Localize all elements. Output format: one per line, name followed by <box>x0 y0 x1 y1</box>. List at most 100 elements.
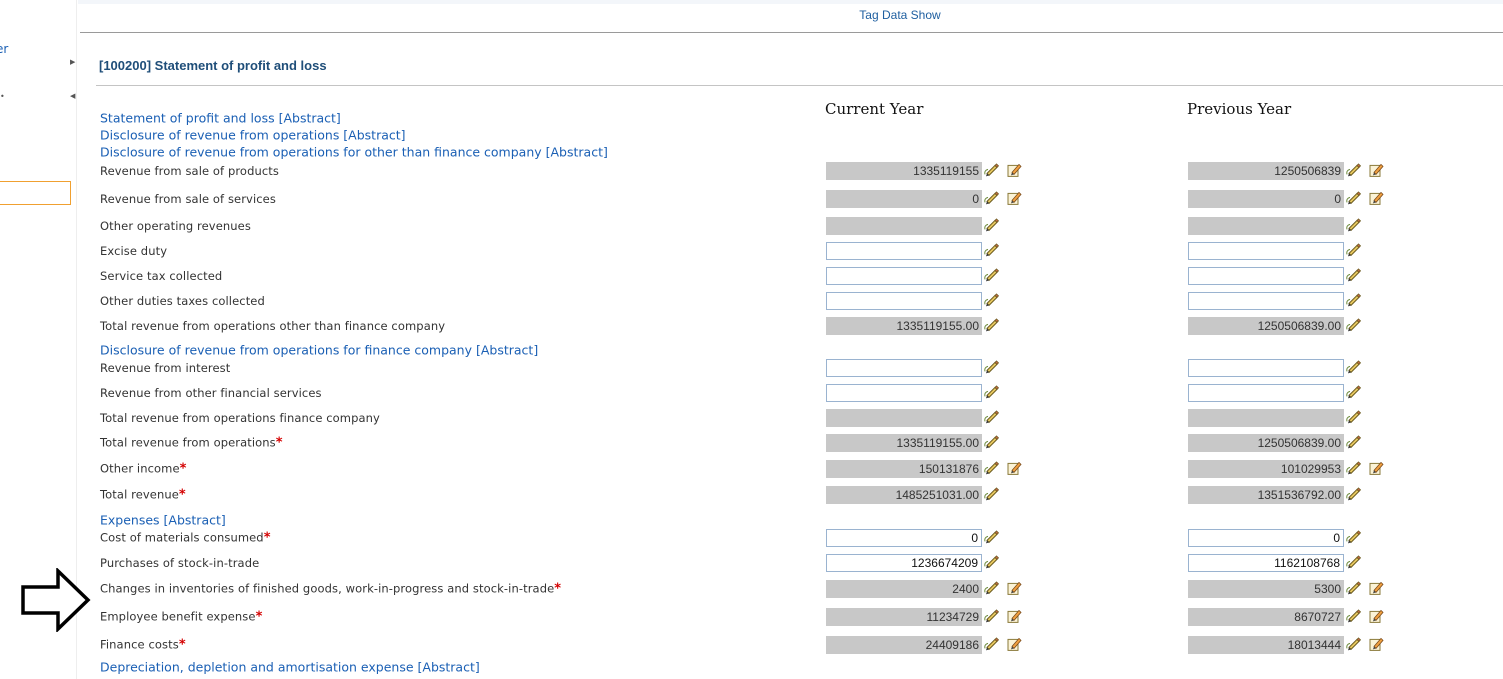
edit-note-icon[interactable] <box>1368 635 1384 651</box>
current-year-field[interactable] <box>826 292 982 310</box>
current-year-field: 1335119155 <box>826 162 982 180</box>
edit-note-icon[interactable] <box>1368 189 1384 205</box>
statement-row: Other operating revenues <box>0 213 1503 239</box>
expand-right-icon[interactable]: ▶ <box>70 58 75 66</box>
sidebar-partial-link[interactable]: er <box>0 42 8 56</box>
row-label-text: Employee benefit expense <box>100 609 256 624</box>
abstract-link[interactable]: Depreciation, depletion and amortisation… <box>100 660 480 675</box>
required-marker: * <box>178 637 186 653</box>
edit-pencil-icon[interactable] <box>984 383 1000 399</box>
edit-pencil-icon[interactable] <box>984 161 1000 177</box>
edit-pencil-icon[interactable] <box>1346 383 1362 399</box>
row-label-text: Cost of materials consumed <box>100 530 264 545</box>
edit-pencil-icon[interactable] <box>984 358 1000 374</box>
previous-year-field[interactable]: 0 <box>1188 529 1344 547</box>
previous-year-field[interactable] <box>1188 267 1344 285</box>
row-label: Other operating revenues <box>100 219 251 233</box>
edit-note-icon[interactable] <box>1368 579 1384 595</box>
required-marker: * <box>178 487 186 503</box>
edit-pencil-icon[interactable] <box>1346 635 1362 651</box>
edit-pencil-icon[interactable] <box>984 408 1000 424</box>
edit-pencil-icon[interactable] <box>1346 216 1362 232</box>
edit-pencil-icon[interactable] <box>1346 433 1362 449</box>
current-year-field[interactable] <box>826 242 982 260</box>
previous-year-field[interactable] <box>1188 359 1344 377</box>
row-label: Total revenue from operations other than… <box>100 319 445 333</box>
current-year-field: 1335119155.00 <box>826 317 982 335</box>
previous-year-field: 18013444 <box>1188 636 1344 654</box>
edit-pencil-icon[interactable] <box>1346 291 1362 307</box>
edit-pencil-icon[interactable] <box>984 635 1000 651</box>
edit-pencil-icon[interactable] <box>984 266 1000 282</box>
current-year-field[interactable] <box>826 267 982 285</box>
row-label: Total revenue from operations* <box>100 436 283 451</box>
row-label: Revenue from other financial services <box>100 386 322 400</box>
collapse-left-icon[interactable]: ◀ <box>70 92 75 100</box>
statement-row: Revenue from interest <box>0 355 1503 381</box>
current-year-field <box>826 217 982 235</box>
row-label: Revenue from interest <box>100 361 230 375</box>
edit-pencil-icon[interactable] <box>984 316 1000 332</box>
edit-pencil-icon[interactable] <box>1346 316 1362 332</box>
edit-note-icon[interactable] <box>1368 161 1384 177</box>
edit-pencil-icon[interactable] <box>1346 459 1362 475</box>
edit-pencil-icon[interactable] <box>1346 553 1362 569</box>
edit-pencil-icon[interactable] <box>984 216 1000 232</box>
edit-note-icon[interactable] <box>1368 459 1384 475</box>
required-marker: * <box>263 530 271 546</box>
edit-pencil-icon[interactable] <box>984 607 1000 623</box>
edit-note-icon[interactable] <box>1006 579 1022 595</box>
previous-year-field: 1250506839.00 <box>1188 317 1344 335</box>
row-label-text: Total revenue <box>100 487 179 502</box>
edit-pencil-icon[interactable] <box>1346 485 1362 501</box>
previous-year-field: 101029953 <box>1188 460 1344 478</box>
edit-pencil-icon[interactable] <box>984 485 1000 501</box>
current-year-field: 1335119155.00 <box>826 434 982 452</box>
edit-pencil-icon[interactable] <box>1346 579 1362 595</box>
current-year-field: 0 <box>826 190 982 208</box>
statement-row: Cost of materials consumed* 0 0 <box>0 525 1503 551</box>
edit-pencil-icon[interactable] <box>1346 266 1362 282</box>
row-label: Revenue from sale of services <box>100 192 276 206</box>
edit-pencil-icon[interactable] <box>984 433 1000 449</box>
edit-pencil-icon[interactable] <box>1346 607 1362 623</box>
previous-year-field[interactable] <box>1188 242 1344 260</box>
statement-row: Revenue from sale of services 0 0 <box>0 186 1503 212</box>
edit-pencil-icon[interactable] <box>1346 161 1362 177</box>
edit-pencil-icon[interactable] <box>984 459 1000 475</box>
current-year-field[interactable]: 1236674209 <box>826 554 982 572</box>
statement-row: Revenue from other financial services <box>0 380 1503 406</box>
statement-row: Total revenue from operations finance co… <box>0 405 1503 431</box>
edit-pencil-icon[interactable] <box>984 189 1000 205</box>
edit-note-icon[interactable] <box>1006 459 1022 475</box>
edit-pencil-icon[interactable] <box>1346 189 1362 205</box>
previous-year-field[interactable]: 1162108768 <box>1188 554 1344 572</box>
section-divider <box>96 85 1503 86</box>
previous-year-field[interactable] <box>1188 292 1344 310</box>
current-year-field[interactable]: 0 <box>826 529 982 547</box>
edit-pencil-icon[interactable] <box>1346 528 1362 544</box>
edit-pencil-icon[interactable] <box>984 291 1000 307</box>
row-label-text: Revenue from other financial services <box>100 386 322 400</box>
edit-pencil-icon[interactable] <box>984 553 1000 569</box>
edit-pencil-icon[interactable] <box>984 579 1000 595</box>
edit-note-icon[interactable] <box>1006 635 1022 651</box>
row-label: Revenue from sale of products <box>100 164 279 178</box>
edit-note-icon[interactable] <box>1006 607 1022 623</box>
edit-pencil-icon[interactable] <box>984 528 1000 544</box>
edit-note-icon[interactable] <box>1368 607 1384 623</box>
edit-pencil-icon[interactable] <box>1346 408 1362 424</box>
edit-note-icon[interactable] <box>1006 161 1022 177</box>
previous-year-field: 1351536792.00 <box>1188 486 1344 504</box>
current-year-field[interactable] <box>826 359 982 377</box>
previous-year-field <box>1188 409 1344 427</box>
statement-row: Service tax collected <box>0 263 1503 289</box>
edit-pencil-icon[interactable] <box>984 241 1000 257</box>
row-label-text: Revenue from sale of services <box>100 192 276 206</box>
edit-pencil-icon[interactable] <box>1346 241 1362 257</box>
edit-note-icon[interactable] <box>1006 189 1022 205</box>
edit-pencil-icon[interactable] <box>1346 358 1362 374</box>
previous-year-field[interactable] <box>1188 384 1344 402</box>
row-label-text: Total revenue from operations other than… <box>100 319 446 333</box>
current-year-field[interactable] <box>826 384 982 402</box>
